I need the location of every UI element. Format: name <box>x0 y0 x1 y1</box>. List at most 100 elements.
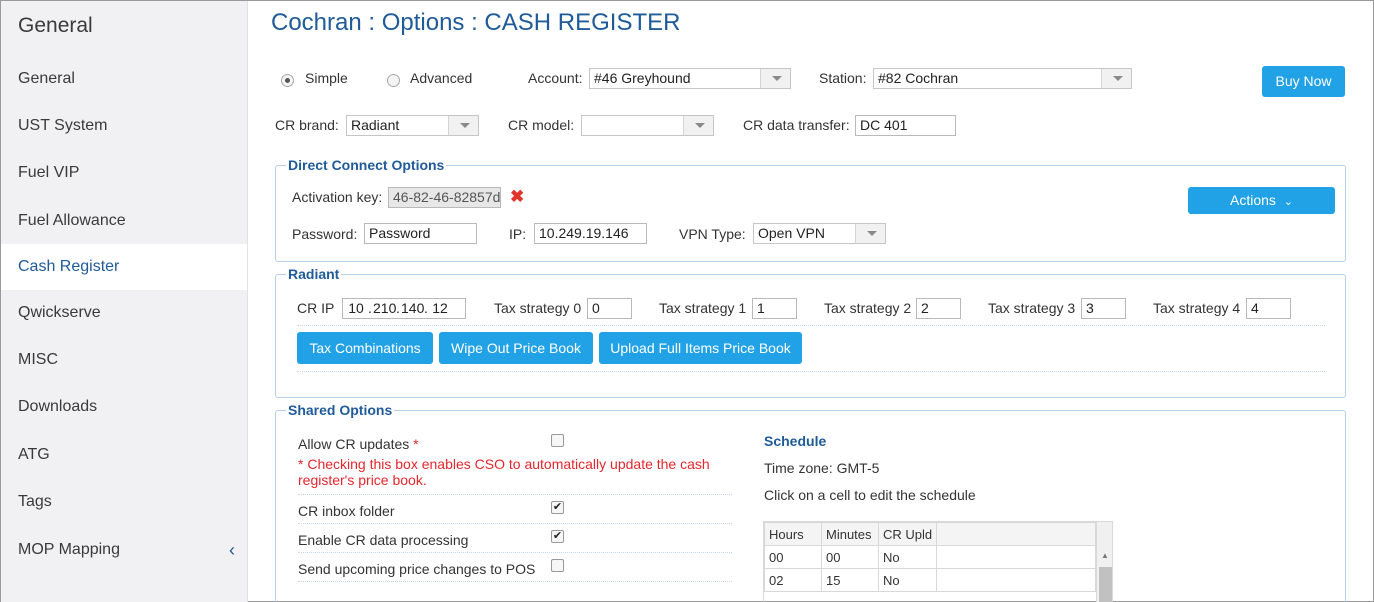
column-header-cr-upld[interactable]: CR Upld <box>878 522 937 546</box>
cell-cr-upld[interactable]: No <box>878 568 937 592</box>
sidebar-item-atg[interactable]: ATG <box>1 432 247 478</box>
cell-minutes[interactable]: 00 <box>821 545 879 569</box>
chevron-down-icon: ⌄ <box>1283 196 1294 208</box>
chevron-down-icon <box>448 116 478 135</box>
allow-cr-updates-checkbox[interactable] <box>551 434 564 447</box>
tax-strategy-2-field[interactable]: 2 <box>916 298 961 319</box>
cr-ip-octet-4[interactable]: 12 <box>429 299 451 318</box>
sidebar-item-qwickserve[interactable]: Qwickserve <box>1 290 247 336</box>
cell-cr-upld[interactable]: No <box>878 545 937 569</box>
cr-brand-select[interactable]: Radiant <box>346 115 479 136</box>
cr-ip-octet-2[interactable]: 210 <box>373 299 396 318</box>
direct-connect-fieldset <box>275 165 1346 262</box>
sidebar-item-misc[interactable]: MISC <box>1 337 247 383</box>
cr-brand-label: CR brand: <box>275 117 339 133</box>
required-mark: * <box>413 436 419 452</box>
sidebar: General General UST System Fuel VIP Fuel… <box>1 1 248 602</box>
vpn-type-label: VPN Type: <box>679 226 746 242</box>
tax-strategy-0-field[interactable]: 0 <box>587 298 632 319</box>
allow-cr-updates-label: Allow CR updates * <box>298 436 419 452</box>
radiant-fieldset <box>275 274 1346 398</box>
sidebar-item-ust-system[interactable]: UST System <box>1 103 247 149</box>
tax-strategy-1-label: Tax strategy 1 <box>659 300 747 316</box>
cr-brand-value: Radiant <box>351 117 400 133</box>
tax-strategy-3-field[interactable]: 3 <box>1081 298 1126 319</box>
cr-model-select[interactable] <box>581 115 714 136</box>
scroll-thumb[interactable] <box>1099 567 1112 602</box>
vpn-type-select[interactable]: Open VPN <box>753 223 886 244</box>
cr-ip-field[interactable]: 10.210.140. 12 <box>342 298 466 319</box>
activation-key-field[interactable]: 46-82-46-82857dt <box>388 187 501 208</box>
sidebar-item-downloads[interactable]: Downloads <box>1 384 247 430</box>
station-value: #82 Cochran <box>878 70 959 86</box>
direct-connect-legend: Direct Connect Options <box>286 157 447 173</box>
tax-combinations-button[interactable]: Tax Combinations <box>297 332 433 364</box>
cr-model-label: CR model: <box>508 117 575 133</box>
sidebar-item-fuel-vip[interactable]: Fuel VIP <box>1 150 247 196</box>
sidebar-item-tags[interactable]: Tags <box>1 479 247 525</box>
tax-strategy-2-label: Tax strategy 2 <box>824 300 912 316</box>
cr-data-transfer-field[interactable]: DC 401 <box>855 115 956 136</box>
send-upcoming-price-changes-checkbox[interactable] <box>551 559 564 572</box>
chevron-down-icon <box>855 224 885 243</box>
cr-inbox-folder-label: CR inbox folder <box>298 503 395 519</box>
simple-radio[interactable] <box>281 74 294 87</box>
scroll-up-icon[interactable]: ▲ <box>1101 551 1109 560</box>
account-select[interactable]: #46 Greyhound <box>589 68 791 89</box>
actions-button[interactable]: Actions ⌄ <box>1188 187 1335 214</box>
chevron-down-icon <box>1101 69 1131 88</box>
chevron-left-icon[interactable]: ‹ <box>229 527 235 573</box>
cr-ip-label: CR IP <box>297 300 335 316</box>
cell-minutes[interactable]: 15 <box>821 568 879 592</box>
password-field[interactable]: Password <box>364 223 477 244</box>
buy-now-button[interactable]: Buy Now <box>1262 66 1345 97</box>
advanced-radio[interactable] <box>387 74 400 87</box>
tax-strategy-4-field[interactable]: 4 <box>1246 298 1291 319</box>
cr-ip-octet-3[interactable]: 140 <box>401 299 424 318</box>
table-row[interactable]: 00 00 No <box>764 545 1096 569</box>
allow-cr-updates-note: * Checking this box enables CSO to autom… <box>298 456 728 488</box>
password-label: Password: <box>292 226 358 242</box>
vpn-type-value: Open VPN <box>758 225 825 241</box>
sidebar-item-cash-register[interactable]: Cash Register <box>1 244 247 290</box>
divider <box>298 581 732 582</box>
schedule-title: Schedule <box>764 433 827 449</box>
send-upcoming-price-changes-label: Send upcoming price changes to POS <box>298 561 536 577</box>
enable-cr-data-processing-label: Enable CR data processing <box>298 532 469 548</box>
column-header-minutes[interactable]: Minutes <box>821 522 879 546</box>
schedule-grid: Hours Minutes CR Upld 00 00 No 02 15 No … <box>763 521 1113 602</box>
note-line-2: register's price book. <box>298 472 427 488</box>
tax-strategy-1-field[interactable]: 1 <box>752 298 797 319</box>
ip-label: IP: <box>509 226 527 242</box>
sidebar-item-mop-mapping[interactable]: MOP Mapping ‹ <box>1 527 247 573</box>
note-line-1: * Checking this box enables CSO to autom… <box>298 456 710 472</box>
upload-full-items-price-book-button[interactable]: Upload Full Items Price Book <box>599 332 802 364</box>
cr-inbox-folder-checkbox[interactable]: ✔ <box>551 501 564 514</box>
divider <box>298 494 732 495</box>
schedule-timezone: Time zone: GMT-5 <box>764 460 880 476</box>
divider <box>298 552 732 553</box>
cell-hours[interactable]: 02 <box>764 568 822 592</box>
shared-options-legend: Shared Options <box>286 402 395 418</box>
delete-icon[interactable]: ✖ <box>510 187 524 207</box>
sidebar-item-general[interactable]: General <box>1 56 247 102</box>
advanced-label: Advanced <box>410 70 473 86</box>
cell-blank <box>936 545 1096 569</box>
enable-cr-data-processing-checkbox[interactable]: ✔ <box>551 530 564 543</box>
cell-blank <box>936 568 1096 592</box>
ip-field[interactable]: 10.249.19.146 <box>534 223 647 244</box>
column-header-hours[interactable]: Hours <box>764 522 822 546</box>
divider <box>297 371 1325 372</box>
sidebar-item-fuel-allowance[interactable]: Fuel Allowance <box>1 198 247 244</box>
actions-label: Actions <box>1229 192 1276 208</box>
cell-hours[interactable]: 00 <box>764 545 822 569</box>
sidebar-item-label: MOP Mapping <box>18 541 120 558</box>
divider <box>297 325 1325 326</box>
cr-ip-octet-1[interactable]: 10 <box>345 299 367 318</box>
simple-label: Simple <box>305 70 348 86</box>
wipe-out-price-book-button[interactable]: Wipe Out Price Book <box>439 332 593 364</box>
station-select[interactable]: #82 Cochran <box>873 68 1132 89</box>
schedule-scrollbar[interactable]: ▲ <box>1096 522 1112 602</box>
radiant-legend: Radiant <box>286 266 342 282</box>
table-row[interactable]: 02 15 No <box>764 568 1096 592</box>
